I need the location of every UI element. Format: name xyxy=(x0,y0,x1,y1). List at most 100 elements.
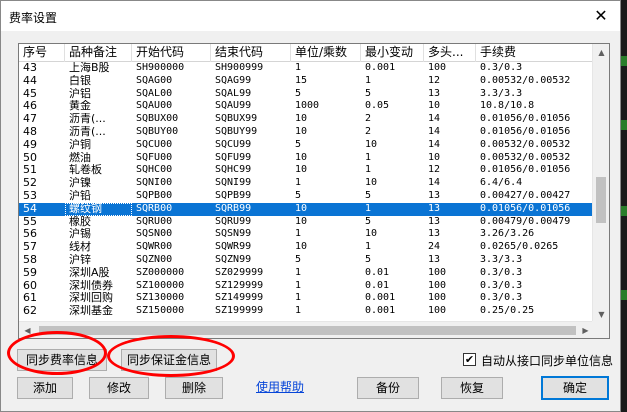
close-icon[interactable]: ✕ xyxy=(590,5,612,27)
table-row[interactable]: 51 轧卷板 SQHC00 SQHC99 10 1 12 0.01056/0.01056 xyxy=(19,164,594,177)
cell-col-seq: 50 xyxy=(23,151,37,164)
header-col-fee[interactable]: 手续费 xyxy=(476,44,594,62)
cell-col-start-code: SQBUY00 xyxy=(136,125,179,137)
table-row[interactable]: 55 橡胶 SQRU00 SQRU99 10 5 13 0.00479/0.00479 xyxy=(19,216,594,229)
cell-col-remark: 沪铜 xyxy=(69,138,91,151)
table-row[interactable]: 45 沪铝 SQAL00 SQAL99 5 5 13 3.3/3.3 xyxy=(19,88,594,101)
table-row[interactable]: 60 深圳债券 SZ100000 SZ129999 1 0.01 100 0.3/0.3 xyxy=(19,280,594,293)
table-row[interactable]: 58 沪锌 SQZN00 SQZN99 5 5 13 3.3/3.3 xyxy=(19,254,594,267)
table-row[interactable]: 46 黄金 SQAU00 SQAU99 1000 0.05 10 10.8/10.8 xyxy=(19,100,594,113)
cell-col-seq: 44 xyxy=(23,74,37,87)
cell-col-unit: 1 xyxy=(295,279,302,291)
cell-col-unit: 5 xyxy=(295,253,302,265)
cell-col-seq: 51 xyxy=(23,164,37,177)
table-row[interactable]: 44 白银 SQAG00 SQAG99 15 1 12 0.00532/0.00532 xyxy=(19,75,594,88)
header-col-min-tick[interactable]: 最小变动 xyxy=(361,44,424,62)
modify-button[interactable]: 修改 xyxy=(89,377,149,399)
table-row[interactable]: 53 沪铅 SQPB00 SQPB99 5 5 13 0.00427/0.00427 xyxy=(19,190,594,203)
cell-col-min-tick: 1 xyxy=(365,241,372,253)
table-row[interactable]: 43 上海B股 SH900000 SH900999 1 0.001 100 0.3/0.3 xyxy=(19,62,594,75)
restore-button[interactable]: 恢复 xyxy=(441,377,503,399)
cell-col-seq: 54 xyxy=(23,202,37,215)
cell-col-remark: 燃油 xyxy=(69,151,91,164)
header-col-long[interactable]: 多头... xyxy=(424,44,476,62)
cell-col-end-code: SZ149999 xyxy=(215,292,264,304)
cell-col-start-code: SZ100000 xyxy=(136,279,185,291)
cell-col-unit: 10 xyxy=(295,113,308,125)
cell-col-start-code: SQRU00 xyxy=(136,215,173,227)
backup-button[interactable]: 备份 xyxy=(357,377,419,399)
cell-col-unit: 5 xyxy=(295,138,302,150)
table-row[interactable]: 47 沥青(... SQBUX00 SQBUX99 10 2 14 0.01056/0.010… xyxy=(19,113,594,126)
cell-col-remark: 深圳基金 xyxy=(69,305,113,318)
cell-col-end-code: SQHC99 xyxy=(215,164,252,176)
cell-col-remark: 白银 xyxy=(69,74,91,87)
cell-col-long: 100 xyxy=(428,266,447,278)
table-row[interactable]: 62 深圳基金 SZ150000 SZ199999 1 0.001 100 0.25/0.25 xyxy=(19,305,594,318)
cell-col-long: 14 xyxy=(428,138,441,150)
cell-col-min-tick: 0.001 xyxy=(365,292,396,304)
scroll-up-icon[interactable]: ▲ xyxy=(593,44,609,61)
table-row[interactable]: 57 线材 SQWR00 SQWR99 10 1 24 0.0265/0.0265 xyxy=(19,241,594,254)
help-link[interactable]: 使用帮助 xyxy=(256,378,304,395)
add-button[interactable]: 添加 xyxy=(17,377,73,399)
cell-col-start-code: SQAG00 xyxy=(136,74,173,86)
annotation-ellipse-sync-fee xyxy=(7,331,107,375)
cell-col-unit: 1000 xyxy=(295,100,320,112)
cell-col-unit: 1 xyxy=(295,228,302,240)
cell-col-min-tick: 10 xyxy=(365,228,378,240)
cell-col-remark: 沪铅 xyxy=(69,189,91,202)
horizontal-scrollbar[interactable]: ◀ ▶ xyxy=(19,321,594,338)
vertical-scroll-thumb[interactable] xyxy=(596,177,606,223)
table-row[interactable]: 61 深圳回购 SZ130000 SZ149999 1 0.001 100 0.3/0.3 xyxy=(19,292,594,305)
cell-col-long: 13 xyxy=(428,87,441,99)
cell-col-unit: 10 xyxy=(295,202,308,214)
cell-col-fee: 0.00427/0.00427 xyxy=(480,189,571,201)
cell-col-long: 14 xyxy=(428,177,441,189)
cell-col-unit: 15 xyxy=(295,74,308,86)
checkbox-check-icon[interactable]: ✔ xyxy=(463,353,476,366)
cell-col-seq: 60 xyxy=(23,279,37,292)
cell-col-start-code: SQRB00 xyxy=(136,202,173,214)
cell-col-unit: 10 xyxy=(295,215,308,227)
header-col-end-code[interactable]: 结束代码 xyxy=(211,44,291,62)
table-row[interactable]: 49 沪铜 SQCU00 SQCU99 5 10 14 0.00532/0.00532 xyxy=(19,139,594,152)
cell-col-seq: 47 xyxy=(23,113,37,126)
cell-col-seq: 57 xyxy=(23,241,37,254)
vertical-scrollbar[interactable]: ▲ ▼ xyxy=(592,44,609,323)
header-col-seq[interactable]: 序号 xyxy=(19,44,65,62)
header-col-start-code[interactable]: 开始代码 xyxy=(132,44,211,62)
table-row[interactable]: 54 螺纹钢 SQRB00 SQRB99 10 1 13 0.01056/0.01056 xyxy=(19,202,594,216)
table-row[interactable]: 50 燃油 SQFU00 SQFU99 10 1 10 0.00532/0.00532 xyxy=(19,152,594,165)
cell-col-start-code: SZ000000 xyxy=(136,266,185,278)
cell-col-seq: 55 xyxy=(23,215,37,228)
cell-col-min-tick: 5 xyxy=(365,253,372,265)
cell-col-remark: 沥青(... xyxy=(69,125,106,138)
table-header: 序号 品种备注 开始代码 结束代码 单位/乘数 最小变动 多头... 手续费 xyxy=(19,44,594,62)
ok-button[interactable]: 确定 xyxy=(541,376,609,400)
cell-col-min-tick: 10 xyxy=(365,138,378,150)
dialog-title: 费率设置 xyxy=(9,11,58,25)
table-row[interactable]: 56 沪锡 SQSN00 SQSN99 1 10 13 3.26/3.26 xyxy=(19,228,594,241)
cell-col-min-tick: 2 xyxy=(365,113,372,125)
cell-col-remark: 深圳回购 xyxy=(69,292,113,305)
cell-col-end-code: SQAL99 xyxy=(215,87,252,99)
table-row[interactable]: 48 沥青(... SQBUY00 SQBUY99 10 2 14 0.01056/0.010… xyxy=(19,126,594,139)
cell-col-min-tick: 1 xyxy=(365,74,372,86)
cell-col-seq: 59 xyxy=(23,266,37,279)
horizontal-scroll-thumb[interactable] xyxy=(39,326,576,335)
cell-col-fee: 3.3/3.3 xyxy=(480,253,523,265)
cell-col-start-code: SH900000 xyxy=(136,62,185,73)
cell-col-long: 10 xyxy=(428,151,441,163)
cell-col-end-code: SQZN99 xyxy=(215,253,252,265)
table-row[interactable]: 52 沪镍 SQNI00 SQNI99 1 10 14 6.4/6.4 xyxy=(19,177,594,190)
cell-col-unit: 10 xyxy=(295,151,308,163)
cell-col-long: 12 xyxy=(428,164,441,176)
header-col-remark[interactable]: 品种备注 xyxy=(65,44,132,62)
header-col-unit[interactable]: 单位/乘数 xyxy=(291,44,361,62)
cell-col-end-code: SQCU99 xyxy=(215,138,252,150)
table-row[interactable]: 59 深圳A股 SZ000000 SZ029999 1 0.01 100 0.3/0.3 xyxy=(19,267,594,280)
cell-col-fee: 0.01056/0.01056 xyxy=(480,113,571,125)
fee-table: 序号 品种备注 开始代码 结束代码 单位/乘数 最小变动 多头... 手续费 43 上海B股 SH… xyxy=(18,43,610,339)
delete-button[interactable]: 删除 xyxy=(165,377,223,399)
